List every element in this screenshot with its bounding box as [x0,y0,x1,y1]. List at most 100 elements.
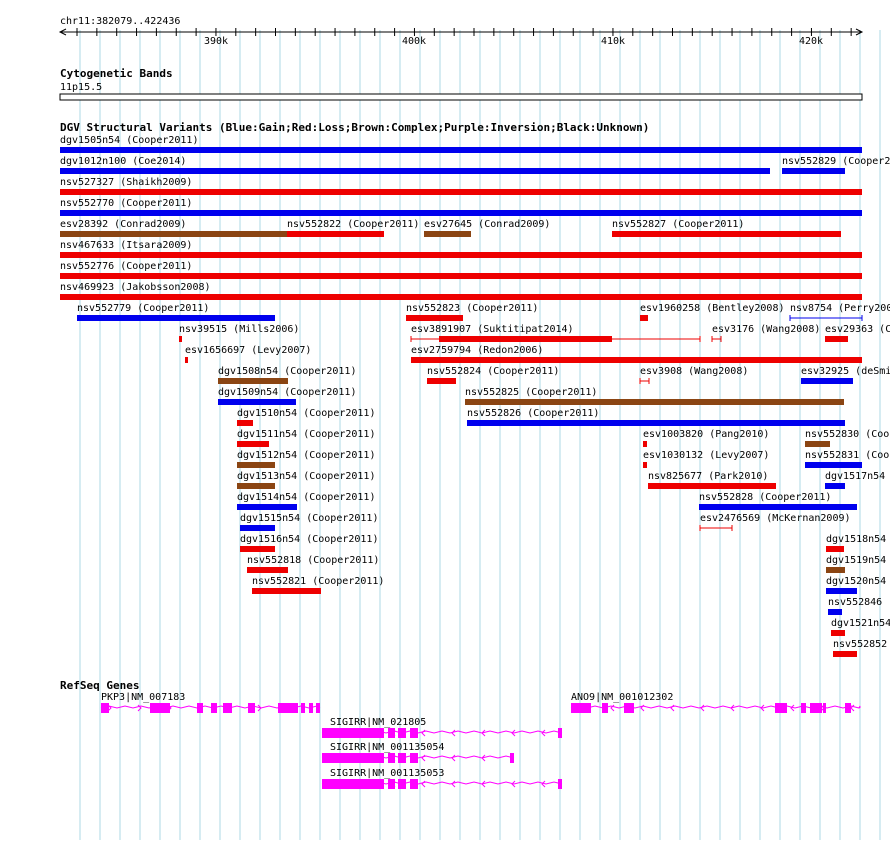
dgv-variant[interactable]: dgv1012n100 (Coe2014) [60,156,770,174]
dgv-variant[interactable]: nsv552852 (Cooper2011) [833,639,890,657]
dgv-variant[interactable]: nsv552826 (Cooper2011) [467,408,845,426]
dgv-variant[interactable]: dgv1512n54 (Cooper2011) [237,450,375,468]
dgv-variant-bar[interactable] [237,441,269,447]
dgv-variant[interactable]: dgv1508n54 (Cooper2011) [218,366,356,384]
dgv-variant-bar[interactable] [699,504,857,510]
dgv-variant-bar[interactable] [77,315,275,321]
dgv-variant[interactable]: nsv39515 (Mills2006) [179,324,299,342]
dgv-variant-bar[interactable] [805,441,830,447]
dgv-variant[interactable]: esv1656697 (Levy2007) [185,345,311,363]
dgv-variant[interactable]: nsv552825 (Cooper2011) [465,387,844,405]
dgv-variant[interactable]: dgv1515n54 (Cooper2011) [240,513,378,531]
dgv-variant-bar[interactable] [648,483,776,489]
dgv-variant[interactable]: nsv825677 (Park2010) [648,471,776,489]
dgv-variant-bar[interactable] [825,483,845,489]
dgv-variant[interactable]: esv1003820 (Pang2010) [643,429,769,447]
dgv-variant-bar[interactable] [60,252,862,258]
dgv-variant-bar[interactable] [237,483,275,489]
dgv-variant[interactable]: nsv552829 (Cooper2011) [782,156,890,174]
dgv-variant[interactable]: nsv552830 (Cooper2011) [805,429,890,447]
dgv-variant[interactable]: dgv1505n54 (Cooper2011) [60,135,862,153]
dgv-variant[interactable]: dgv1516n54 (Cooper2011) [240,534,378,552]
dgv-variant[interactable]: dgv1513n54 (Cooper2011) [237,471,375,489]
dgv-variant[interactable]: esv1960258 (Bentley2008) [640,303,785,321]
gene-exon [398,728,406,738]
refseq-gene[interactable]: PKP3|NM_007183 [100,692,321,713]
dgv-variant[interactable]: esv2476569 (McKernan2009) [699,513,851,531]
dgv-variant[interactable]: nsv552779 (Cooper2011) [77,303,275,321]
dgv-variant-bar[interactable] [801,378,853,384]
dgv-variant-bar[interactable] [640,315,648,321]
dgv-variant-bar[interactable] [252,588,321,594]
dgv-variant-bar[interactable] [826,567,845,573]
dgv-variant[interactable]: esv3908 (Wang2008) [639,366,748,384]
dgv-variant-bar[interactable] [826,588,857,594]
dgv-variant-bar[interactable] [831,630,845,636]
dgv-variant-bar[interactable] [424,231,471,237]
dgv-variant[interactable]: nsv552821 (Cooper2011) [252,576,384,594]
dgv-variant[interactable]: nsv469923 (Jakobsson2008) [60,282,862,300]
dgv-variant-bar[interactable] [467,420,845,426]
dgv-variant-bar[interactable] [237,504,297,510]
dgv-variant-bar[interactable] [185,357,188,363]
dgv-variant[interactable]: esv28392 (Conrad2009) [60,219,287,237]
dgv-variant[interactable]: nsv552831 (Cooper2011) [805,450,890,468]
dgv-variant-bar[interactable] [60,273,862,279]
dgv-variant-bar[interactable] [240,546,275,552]
dgv-variant-bar[interactable] [60,210,862,216]
dgv-variant[interactable]: nsv467633 (Itsara2009) [60,240,862,258]
dgv-variant-bar[interactable] [60,294,862,300]
dgv-variant-bar[interactable] [60,168,770,174]
dgv-variant-bar[interactable] [237,420,253,426]
dgv-variant[interactable]: nsv8754 (Perry2008) [789,303,890,321]
dgv-variant[interactable]: nsv552770 (Cooper2011) [60,198,862,216]
dgv-variant[interactable]: esv3176 (Wang2008) [711,324,820,342]
dgv-variant-bar[interactable] [782,168,845,174]
dgv-variant-bar[interactable] [237,462,275,468]
dgv-variant[interactable]: nsv552828 (Cooper2011) [699,492,857,510]
dgv-variant[interactable]: nsv552823 (Cooper2011) [406,303,538,321]
dgv-variant-bar[interactable] [825,336,848,342]
dgv-variant[interactable]: esv2759794 (Redon2006) [411,345,862,363]
dgv-variant[interactable]: esv27645 (Conrad2009) [424,219,550,237]
dgv-variant-bar[interactable] [612,231,841,237]
cytoband-bar[interactable] [59,93,863,101]
dgv-variant-bar[interactable] [411,357,862,363]
dgv-variant-bar[interactable] [60,189,862,195]
refseq-gene[interactable]: SIGIRR|NM_001135054 [321,742,515,763]
dgv-variant[interactable]: dgv1514n54 (Cooper2011) [237,492,375,510]
dgv-variant-bar[interactable] [60,147,862,153]
dgv-variant[interactable]: nsv527327 (Shaikh2009) [60,177,862,195]
dgv-variant[interactable]: esv1030132 (Levy2007) [643,450,769,468]
dgv-variant[interactable]: nsv552827 (Cooper2011) [612,219,841,237]
dgv-variant-bar[interactable] [406,315,463,321]
dgv-variant-bar[interactable] [828,609,842,615]
gene-exon [278,703,298,713]
dgv-variant-bar[interactable] [240,525,275,531]
dgv-variant[interactable]: dgv1511n54 (Cooper2011) [237,429,375,447]
dgv-variant-bar[interactable] [60,231,287,237]
refseq-gene[interactable]: SIGIRR|NM_001135053 [321,768,563,789]
dgv-variant[interactable]: esv32925 (deSmith2007) [801,366,890,384]
dgv-variant[interactable]: nsv552846 (Cooper2011) [828,597,890,615]
dgv-variant-bar[interactable] [287,231,384,237]
dgv-variant[interactable]: dgv1510n54 (Cooper2011) [237,408,375,426]
dgv-variant-bar[interactable] [826,546,844,552]
dgv-variant-bar[interactable] [179,336,182,342]
dgv-variant-bar[interactable] [465,399,844,405]
dgv-variant-bar[interactable] [643,441,647,447]
dgv-variant-bar[interactable] [805,462,862,468]
dgv-variant[interactable]: dgv1509n54 (Cooper2011) [218,387,356,405]
dgv-variant-bar[interactable] [427,378,456,384]
dgv-variant-bar[interactable] [833,651,857,657]
refseq-gene[interactable]: ANO9|NM_001012302 [570,692,861,713]
dgv-variant-label: dgv1508n54 (Cooper2011) [218,366,356,377]
dgv-variant[interactable]: nsv552776 (Cooper2011) [60,261,862,279]
dgv-variant[interactable]: esv3891907 (Suktitipat2014) [410,324,701,342]
dgv-variant-bar[interactable] [218,399,296,405]
dgv-track-title: DGV Structural Variants (Blue:Gain;Red:L… [60,121,649,134]
refseq-gene[interactable]: SIGIRR|NM_021805 [321,717,563,738]
dgv-variant-bar[interactable] [643,462,647,468]
dgv-variant-bar[interactable] [218,378,288,384]
dgv-variant-bar[interactable] [247,567,288,573]
